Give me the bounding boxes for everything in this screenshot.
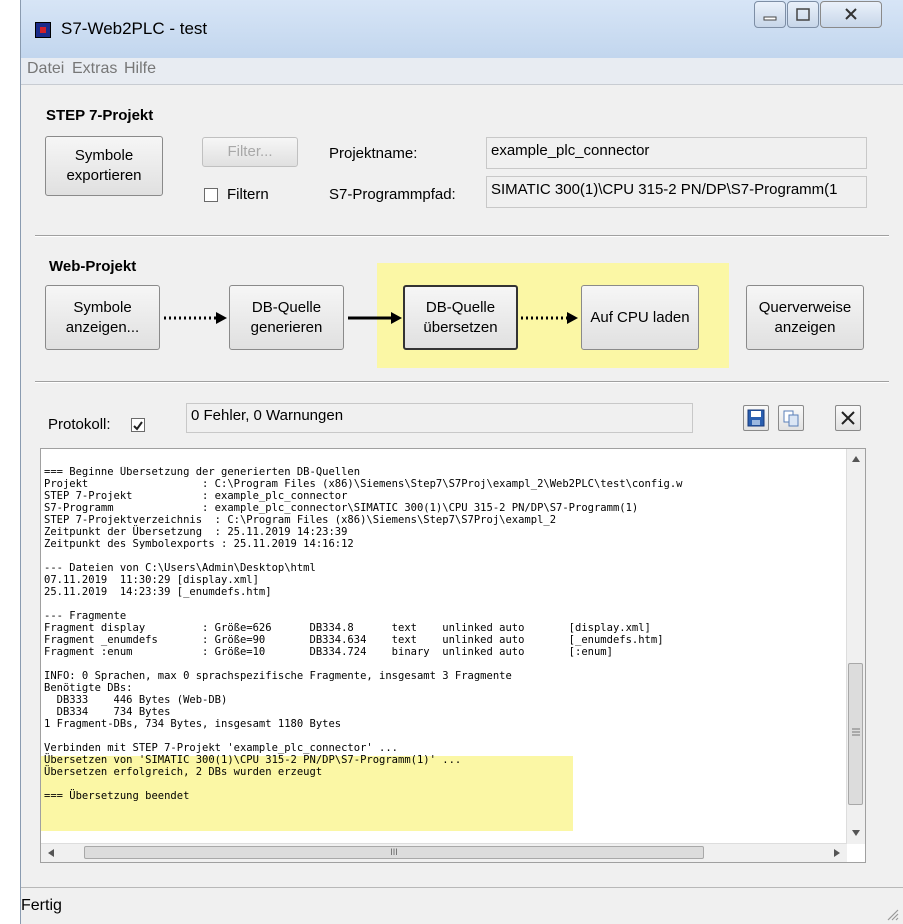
close-window-button[interactable]: [820, 1, 882, 28]
menu-bar: Datei Extras Hilfe: [21, 58, 903, 85]
minimize-icon: [763, 16, 777, 21]
log-line: Projekt : C:\Program Files (x86)\Siemens…: [44, 478, 683, 490]
symbole-exportieren-button[interactable]: Symbole exportieren: [45, 136, 163, 196]
menu-extras[interactable]: Extras: [72, 60, 117, 78]
scroll-right-icon[interactable]: [833, 848, 841, 858]
status-bar: Fertig: [21, 887, 903, 924]
filtern-checkbox[interactable]: [204, 188, 218, 202]
step7-section-title: STEP 7-Projekt: [46, 107, 154, 124]
log-line: --- Dateien von C:\Users\Admin\Desktop\h…: [44, 562, 316, 574]
db-quelle-uebersetzen-button[interactable]: DB-Quelle übersetzen: [403, 285, 518, 350]
copy-log-button[interactable]: [778, 405, 804, 431]
log-line: Fragment :enum : Größe=10 DB334.724 bina…: [44, 646, 613, 658]
save-log-button[interactable]: [743, 405, 769, 431]
programmpfad-label: S7-Programmpfad:: [329, 186, 456, 203]
symbole-anzeigen-button[interactable]: Symbole anzeigen...: [45, 285, 160, 350]
projektname-label: Projektname:: [329, 145, 418, 162]
protokoll-label: Protokoll:: [48, 416, 111, 433]
vertical-scrollbar[interactable]: [846, 449, 865, 844]
window-title: S7-Web2PLC - test: [61, 19, 208, 38]
log-line: === Beginne Übersetzung der generierten …: [44, 466, 361, 478]
programmpfad-field: SIMATIC 300(1)\CPU 315-2 PN/DP\S7-Progra…: [486, 176, 867, 208]
log-line: INFO: 0 Sprachen, max 0 sprachspezifisch…: [44, 670, 512, 682]
close-icon: [845, 8, 857, 20]
clear-log-button[interactable]: [835, 405, 861, 431]
dotted-arrow-icon: [164, 312, 227, 324]
protokoll-checkbox[interactable]: [131, 418, 145, 432]
log-line: DB334 734 Bytes: [44, 706, 171, 718]
web-section-title: Web-Projekt: [49, 258, 137, 275]
auf-cpu-laden-button[interactable]: Auf CPU laden: [581, 285, 699, 350]
log-line: Zeitpunkt des Symbolexports : 25.11.2019…: [44, 538, 354, 550]
maximize-button[interactable]: [787, 1, 819, 28]
resize-grip-icon[interactable]: [885, 907, 899, 921]
log-line: 07.11.2019 11:30:29 [display.xml]: [44, 574, 259, 586]
log-line: STEP 7-Projekt : example_plc_connector: [44, 490, 348, 502]
app-icon: [35, 22, 51, 38]
menu-datei[interactable]: Datei: [27, 60, 64, 78]
log-line: Fragment _enumdefs : Größe=90 DB334.634 …: [44, 634, 664, 646]
arrow-right-icon: [348, 312, 402, 324]
db-quelle-generieren-button[interactable]: DB-Quelle generieren: [229, 285, 344, 350]
querverweise-anzeigen-button[interactable]: Querverweise anzeigen: [746, 285, 864, 350]
scroll-up-icon[interactable]: [851, 455, 861, 463]
log-textarea[interactable]: === Beginne Übersetzung der generierten …: [40, 448, 866, 863]
log-line: STEP 7-Projektverzeichnis : C:\Program F…: [44, 514, 557, 526]
log-line: === Übersetzung beendet: [44, 790, 190, 802]
section-divider: [35, 235, 889, 237]
copy-icon: [783, 410, 799, 427]
scroll-down-icon[interactable]: [851, 829, 861, 837]
horizontal-scroll-thumb[interactable]: III: [84, 846, 704, 859]
protokoll-status-field: 0 Fehler, 0 Warnungen: [186, 403, 693, 433]
scroll-left-icon[interactable]: [47, 848, 55, 858]
menu-hilfe[interactable]: Hilfe: [124, 60, 156, 78]
log-line: 1 Fragment-DBs, 734 Bytes, insgesamt 118…: [44, 718, 342, 730]
log-line: S7-Programm : example_plc_connector\SIMA…: [44, 502, 639, 514]
log-line: Zeitpunkt der Übersetzung : 25.11.2019 1…: [44, 526, 348, 538]
log-line: 25.11.2019 14:23:39 [_enumdefs.htm]: [44, 586, 272, 598]
log-line: Benötigte DBs:: [44, 682, 133, 694]
close-icon: [841, 411, 855, 425]
minimize-button[interactable]: [754, 1, 786, 28]
maximize-icon: [796, 8, 810, 21]
app-window: S7-Web2PLC - test Datei Extras Hilfe STE…: [20, 0, 903, 924]
horizontal-scrollbar[interactable]: III: [41, 843, 847, 862]
section-divider: [35, 381, 889, 383]
vertical-scroll-thumb[interactable]: [848, 663, 863, 805]
filtern-label: Filtern: [227, 186, 269, 203]
dotted-arrow-icon: [521, 312, 578, 324]
log-line: DB333 446 Bytes (Web-DB): [44, 694, 228, 706]
log-line: --- Fragmente: [44, 610, 127, 622]
log-line: Übersetzen von 'SIMATIC 300(1)\CPU 315-2…: [44, 754, 462, 766]
checkmark-icon: [133, 421, 143, 431]
projektname-field: example_plc_connector: [486, 137, 867, 169]
log-line: Fragment display : Größe=626 DB334.8 tex…: [44, 622, 651, 634]
grip-icon: [852, 728, 860, 736]
log-line: Verbinden mit STEP 7-Projekt 'example_pl…: [44, 742, 399, 754]
log-line: Übersetzen erfolgreich, 2 DBs wurden erz…: [44, 766, 323, 778]
title-bar: S7-Web2PLC - test: [21, 0, 903, 58]
filter-button[interactable]: Filter...: [202, 137, 298, 167]
log-text: === Beginne Übersetzung der generierten …: [44, 466, 840, 802]
status-text: Fertig: [21, 897, 62, 914]
save-icon: [747, 409, 765, 427]
